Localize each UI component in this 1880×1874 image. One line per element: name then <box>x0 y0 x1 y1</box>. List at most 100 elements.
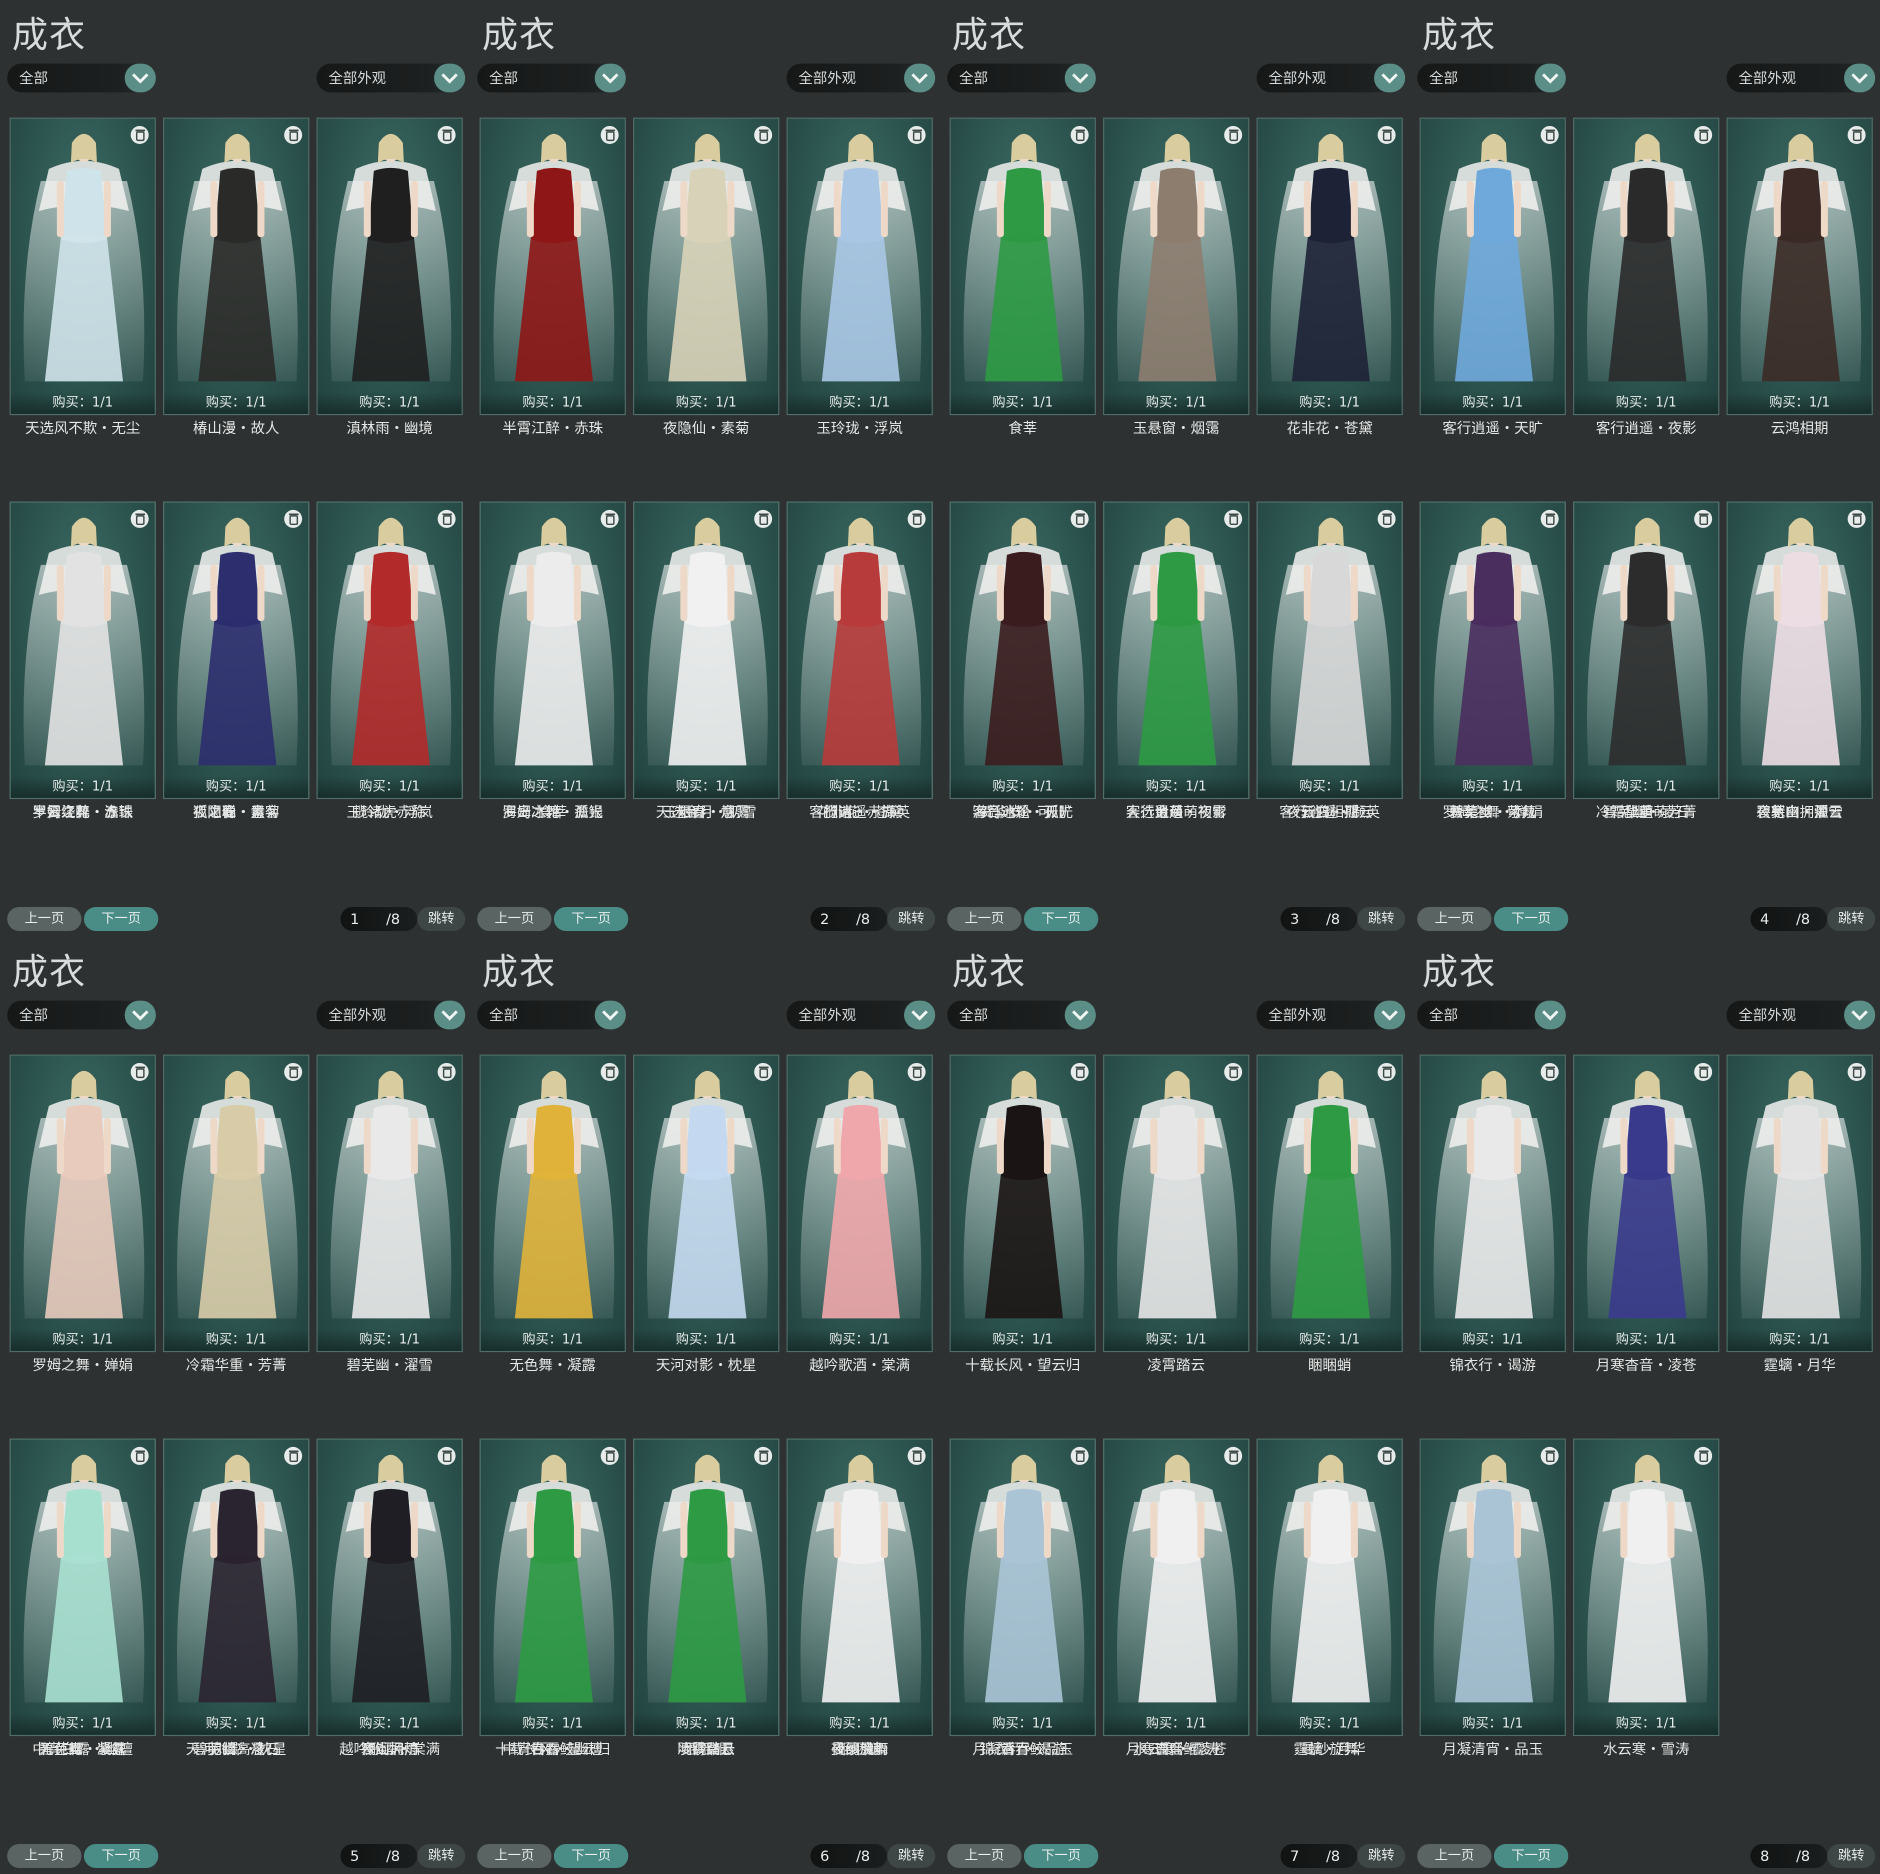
trash-icon[interactable] <box>1847 509 1866 528</box>
current-page-input[interactable]: 5 <box>350 1844 359 1868</box>
category-filter-dropdown[interactable]: 全部 <box>1417 1000 1566 1030</box>
chevron-down-icon[interactable] <box>1064 1000 1096 1030</box>
trash-icon[interactable] <box>1540 509 1559 528</box>
appearance-filter-dropdown[interactable]: 全部外观 <box>786 1000 936 1030</box>
trash-icon[interactable] <box>754 1062 773 1081</box>
outfit-card[interactable]: 购买：1/1 <box>1419 1438 1566 1737</box>
page-number-field[interactable]: 8/8 <box>1750 1844 1828 1869</box>
prev-page-button[interactable]: 上一页 <box>7 907 82 932</box>
outfit-card[interactable]: 购买：1/1 <box>1103 1438 1250 1737</box>
next-page-button[interactable]: 下一页 <box>1023 907 1099 932</box>
trash-icon[interactable] <box>1847 1062 1866 1081</box>
current-page-input[interactable]: 6 <box>820 1844 829 1868</box>
outfit-card[interactable]: 购买：1/1 <box>1256 501 1403 800</box>
outfit-card[interactable]: 购买：1/1 <box>633 501 780 800</box>
chevron-down-icon[interactable] <box>594 63 626 93</box>
trash-icon[interactable] <box>1224 1446 1243 1465</box>
outfit-card[interactable]: 购买：1/1 <box>633 1054 780 1353</box>
outfit-card[interactable]: 购买：1/1 <box>1419 1054 1566 1353</box>
chevron-down-icon[interactable] <box>904 1000 936 1030</box>
outfit-card[interactable]: 购买：1/1 <box>316 501 463 800</box>
trash-icon[interactable] <box>284 509 303 528</box>
outfit-card[interactable]: 购买：1/1 <box>1573 117 1720 416</box>
outfit-card[interactable]: 购买：1/1 <box>786 117 933 416</box>
appearance-filter-dropdown[interactable]: 全部外观 <box>1726 63 1876 93</box>
page-number-field[interactable]: 4/8 <box>1750 907 1828 932</box>
outfit-card[interactable]: 购买：1/1 <box>1726 1054 1873 1353</box>
outfit-card[interactable]: 购买：1/1 <box>786 1438 933 1737</box>
current-page-input[interactable]: 7 <box>1290 1844 1299 1868</box>
trash-icon[interactable] <box>754 509 773 528</box>
current-page-input[interactable]: 4 <box>1760 907 1769 931</box>
outfit-card[interactable]: 购买：1/1 <box>163 1438 310 1737</box>
trash-icon[interactable] <box>1224 509 1243 528</box>
outfit-card[interactable]: 购买：1/1 <box>1419 501 1566 800</box>
chevron-down-icon[interactable] <box>1534 63 1566 93</box>
outfit-card[interactable]: 购买：1/1 <box>1726 117 1873 416</box>
jump-page-button[interactable]: 跳转 <box>1827 907 1876 932</box>
prev-page-button[interactable]: 上一页 <box>7 1844 82 1869</box>
trash-icon[interactable] <box>907 1062 926 1081</box>
outfit-card[interactable]: 购买：1/1 <box>316 117 463 416</box>
trash-icon[interactable] <box>754 1446 773 1465</box>
outfit-card[interactable]: 购买：1/1 <box>949 1438 1096 1737</box>
chevron-down-icon[interactable] <box>434 1000 466 1030</box>
outfit-card[interactable]: 购买：1/1 <box>1103 1054 1250 1353</box>
outfit-card[interactable]: 购买：1/1 <box>163 117 310 416</box>
chevron-down-icon[interactable] <box>434 63 466 93</box>
jump-page-button[interactable]: 跳转 <box>887 1844 936 1869</box>
trash-icon[interactable] <box>907 1446 926 1465</box>
outfit-card[interactable]: 购买：1/1 <box>1103 117 1250 416</box>
trash-icon[interactable] <box>1377 125 1396 144</box>
trash-icon[interactable] <box>1377 509 1396 528</box>
trash-icon[interactable] <box>600 125 619 144</box>
outfit-card[interactable]: 购买：1/1 <box>1256 1054 1403 1353</box>
jump-page-button[interactable]: 跳转 <box>417 1844 466 1869</box>
next-page-button[interactable]: 下一页 <box>83 907 159 932</box>
outfit-card[interactable]: 购买：1/1 <box>479 117 626 416</box>
next-page-button[interactable]: 下一页 <box>1493 907 1569 932</box>
trash-icon[interactable] <box>907 125 926 144</box>
category-filter-dropdown[interactable]: 全部 <box>7 63 156 93</box>
trash-icon[interactable] <box>1070 1062 1089 1081</box>
trash-icon[interactable] <box>1224 1062 1243 1081</box>
trash-icon[interactable] <box>1540 1062 1559 1081</box>
trash-icon[interactable] <box>437 125 456 144</box>
outfit-card[interactable]: 购买：1/1 <box>786 1054 933 1353</box>
trash-icon[interactable] <box>600 509 619 528</box>
outfit-card[interactable]: 购买：1/1 <box>633 1438 780 1737</box>
trash-icon[interactable] <box>1540 1446 1559 1465</box>
jump-page-button[interactable]: 跳转 <box>1827 1844 1876 1869</box>
trash-icon[interactable] <box>1694 125 1713 144</box>
trash-icon[interactable] <box>284 1062 303 1081</box>
prev-page-button[interactable]: 上一页 <box>1417 1844 1492 1869</box>
outfit-card[interactable]: 购买：1/1 <box>949 117 1096 416</box>
outfit-card[interactable]: 购买：1/1 <box>316 1438 463 1737</box>
page-number-field[interactable]: 6/8 <box>810 1844 888 1869</box>
trash-icon[interactable] <box>130 509 149 528</box>
outfit-card[interactable]: 购买：1/1 <box>949 1054 1096 1353</box>
trash-icon[interactable] <box>130 1446 149 1465</box>
trash-icon[interactable] <box>1540 125 1559 144</box>
jump-page-button[interactable]: 跳转 <box>887 907 936 932</box>
outfit-card[interactable]: 购买：1/1 <box>479 501 626 800</box>
trash-icon[interactable] <box>1377 1062 1396 1081</box>
trash-icon[interactable] <box>1070 1446 1089 1465</box>
trash-icon[interactable] <box>437 1062 456 1081</box>
trash-icon[interactable] <box>600 1446 619 1465</box>
outfit-card[interactable]: 购买：1/1 <box>1256 117 1403 416</box>
outfit-card[interactable]: 购买：1/1 <box>163 1054 310 1353</box>
trash-icon[interactable] <box>437 509 456 528</box>
category-filter-dropdown[interactable]: 全部 <box>7 1000 156 1030</box>
current-page-input[interactable]: 3 <box>1290 907 1299 931</box>
current-page-input[interactable]: 8 <box>1760 1844 1769 1868</box>
jump-page-button[interactable]: 跳转 <box>1357 907 1406 932</box>
outfit-card[interactable]: 购买：1/1 <box>316 1054 463 1353</box>
category-filter-dropdown[interactable]: 全部 <box>477 63 626 93</box>
trash-icon[interactable] <box>1694 1062 1713 1081</box>
outfit-card[interactable]: 购买：1/1 <box>479 1054 626 1353</box>
outfit-card[interactable]: 购买：1/1 <box>1256 1438 1403 1737</box>
current-page-input[interactable]: 2 <box>820 907 829 931</box>
prev-page-button[interactable]: 上一页 <box>477 1844 552 1869</box>
appearance-filter-dropdown[interactable]: 全部外观 <box>1256 1000 1406 1030</box>
